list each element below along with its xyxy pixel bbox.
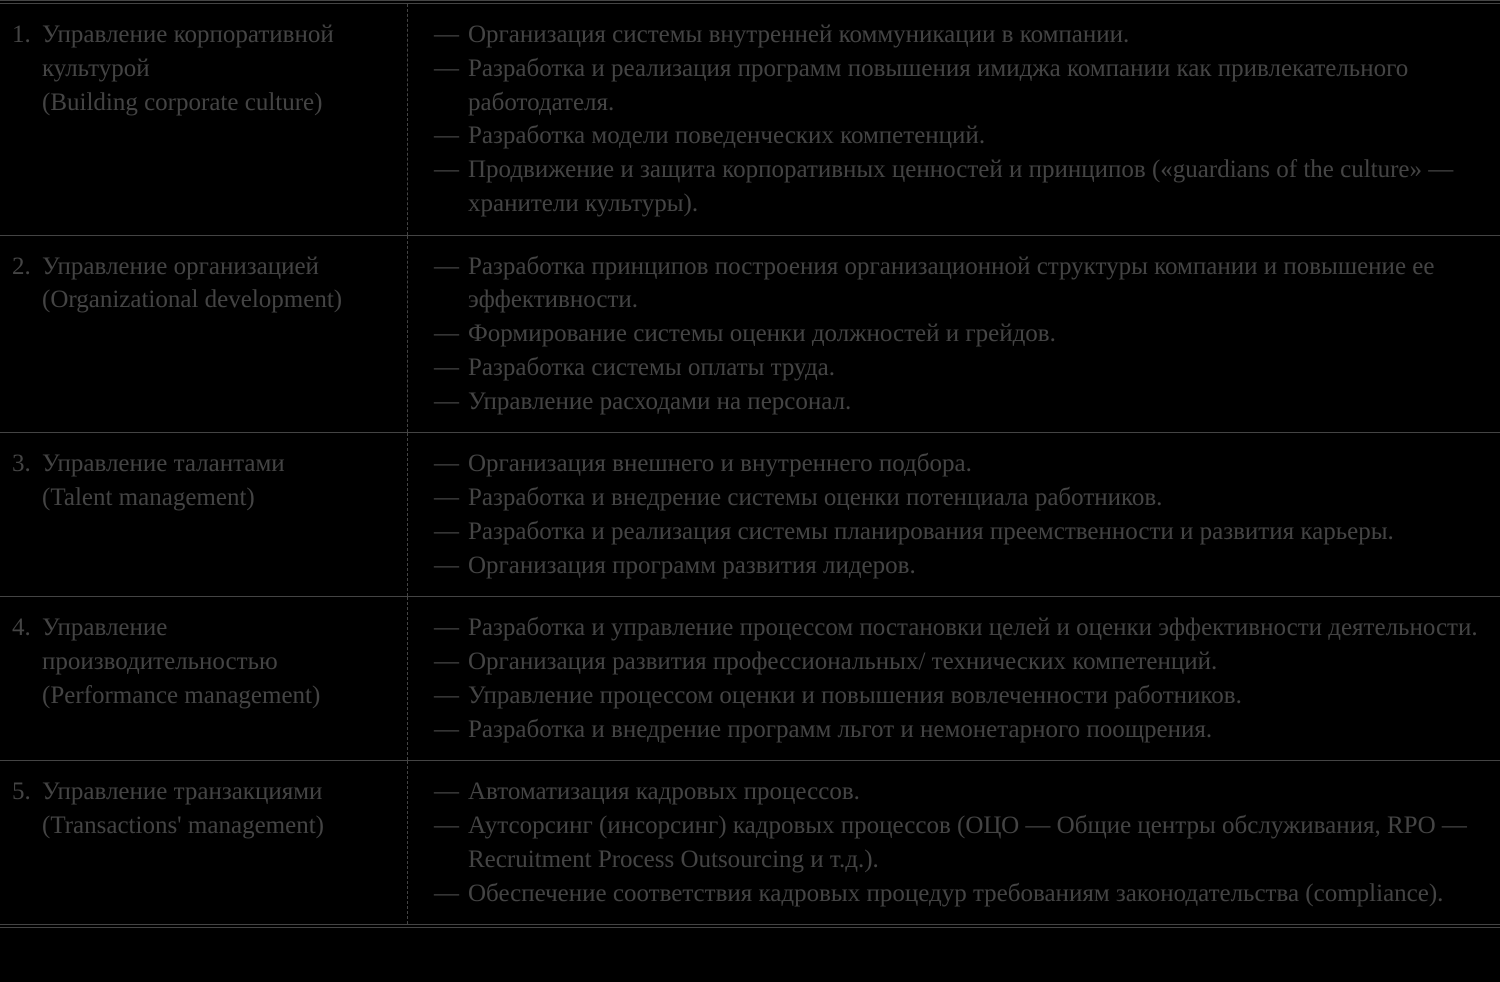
bullet-text: Формирование системы оценки должностей и… (468, 317, 1484, 351)
row-title-cell: 3. Управление талантами(Talent managemen… (0, 433, 408, 596)
bullet-text: Управление процессом оценки и повышения … (468, 679, 1484, 713)
row-title: Управление корпоративной культурой(Build… (42, 18, 387, 119)
bullet-text: Аутсорсинг (инсорсинг) кадровых процессо… (468, 809, 1484, 877)
table-row: 2. Управление организацией(Organizationa… (0, 235, 1500, 433)
dash-icon: — (434, 153, 468, 221)
bullet-text: Продвижение и защита корпоративных ценно… (468, 153, 1484, 221)
bullet-text: Организация программ развития лидеров. (468, 549, 1484, 583)
row-title: Управление организацией(Organizational d… (42, 250, 387, 318)
dash-icon: — (434, 317, 468, 351)
row-number: 3. (12, 447, 42, 515)
row-title: Управление производительностью(Performan… (42, 611, 387, 712)
bullet-text: Разработка и внедрение системы оценки по… (468, 481, 1484, 515)
row-content-cell: —Разработка принципов построения организ… (408, 236, 1500, 433)
dash-icon: — (434, 775, 468, 809)
bullet-text: Разработка и внедрение программ льгот и … (468, 713, 1484, 747)
row-title-cell: 2. Управление организацией(Organizationa… (0, 236, 408, 433)
bullet-text: Организация внешнего и внутреннего подбо… (468, 447, 1484, 481)
row-title: Управление транзакциями(Transactions' ma… (42, 775, 387, 843)
dash-icon: — (434, 18, 468, 52)
hr-functions-table: 1. Управление корпоративной культурой(Bu… (0, 0, 1500, 928)
row-number: 4. (12, 611, 42, 712)
row-content-cell: —Разработка и управление процессом поста… (408, 597, 1500, 760)
dash-icon: — (434, 809, 468, 877)
row-number: 2. (12, 250, 42, 318)
row-title-cell: 5. Управление транзакциями(Transactions'… (0, 761, 408, 924)
bullet-text: Организация развития профессиональных/ т… (468, 645, 1484, 679)
bullet-text: Разработка и управление процессом постан… (468, 611, 1484, 645)
dash-icon: — (434, 611, 468, 645)
table-row: 4. Управление производительностью(Perfor… (0, 596, 1500, 760)
bullet-text: Разработка и реализация системы планиров… (468, 515, 1484, 549)
row-title: Управление талантами(Talent management) (42, 447, 387, 515)
table-row: 5. Управление транзакциями(Transactions'… (0, 760, 1500, 924)
dash-icon: — (434, 549, 468, 583)
row-number: 1. (12, 18, 42, 119)
dash-icon: — (434, 877, 468, 911)
dash-icon: — (434, 351, 468, 385)
row-number: 5. (12, 775, 42, 843)
row-title-cell: 4. Управление производительностью(Perfor… (0, 597, 408, 760)
bullet-text: Обеспечение соответствия кадровых процед… (468, 877, 1484, 911)
dash-icon: — (434, 385, 468, 419)
bullet-text: Разработка принципов построения организа… (468, 250, 1484, 318)
row-content-cell: —Организация внешнего и внутреннего подб… (408, 433, 1500, 596)
dash-icon: — (434, 645, 468, 679)
dash-icon: — (434, 713, 468, 747)
bullet-text: Разработка модели поведенческих компетен… (468, 119, 1484, 153)
row-title-cell: 1. Управление корпоративной культурой(Bu… (0, 4, 408, 235)
table-row: 3. Управление талантами(Talent managemen… (0, 432, 1500, 596)
bullet-text: Разработка и реализация программ повышен… (468, 52, 1484, 120)
bullet-text: Разработка системы оплаты труда. (468, 351, 1484, 385)
dash-icon: — (434, 679, 468, 713)
dash-icon: — (434, 481, 468, 515)
dash-icon: — (434, 119, 468, 153)
dash-icon: — (434, 250, 468, 318)
table-row: 1. Управление корпоративной культурой(Bu… (0, 4, 1500, 235)
bullet-text: Автоматизация кадровых процессов. (468, 775, 1484, 809)
row-content-cell: —Автоматизация кадровых процессов. —Аутс… (408, 761, 1500, 924)
dash-icon: — (434, 52, 468, 120)
bullet-text: Управление расходами на персонал. (468, 385, 1484, 419)
bullet-text: Организация системы внутренней коммуника… (468, 18, 1484, 52)
dash-icon: — (434, 515, 468, 549)
row-content-cell: —Организация системы внутренней коммуник… (408, 4, 1500, 235)
dash-icon: — (434, 447, 468, 481)
